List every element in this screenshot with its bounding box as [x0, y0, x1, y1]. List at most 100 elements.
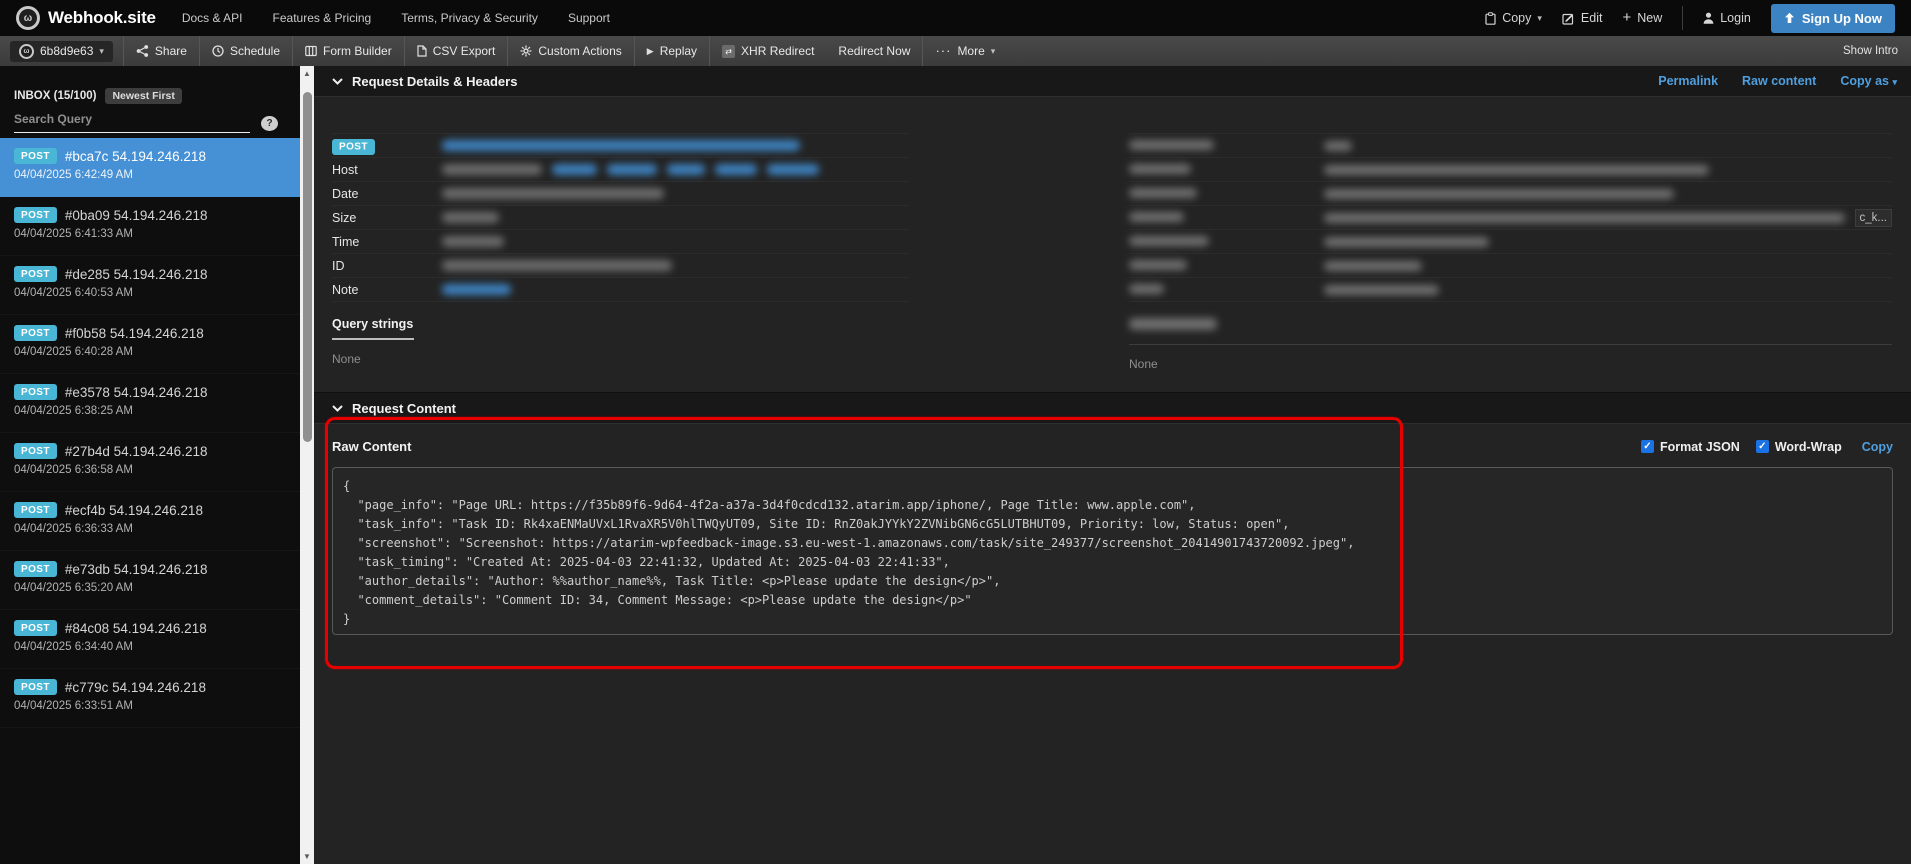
blurred-value	[442, 260, 672, 271]
form-values-title-blurred	[1129, 318, 1217, 330]
nav-link-docs-api[interactable]: Docs & API	[182, 11, 243, 25]
code-line: "task_timing": "Created At: 2025-04-03 2…	[343, 553, 1882, 572]
brand-link[interactable]: ω Webhook.site	[16, 6, 156, 30]
query-strings-title: Query strings	[332, 317, 909, 331]
toolbar-item-xhr-redirect[interactable]: ⇄XHR Redirect	[710, 36, 826, 66]
toolbar-item-custom-actions[interactable]: Custom Actions	[508, 36, 633, 66]
method-badge: POST	[14, 443, 57, 459]
webhook-logo-icon: ω	[16, 6, 40, 30]
chevron-down-icon	[332, 405, 343, 412]
raw-content-section: Raw Content ✓ Format JSON ✓ Word-Wrap Co…	[314, 439, 1911, 635]
word-wrap-label[interactable]: Word-Wrap	[1775, 440, 1842, 454]
toolbar-item-share[interactable]: Share	[124, 36, 199, 66]
toolbar-item-more[interactable]: ···More▾	[923, 36, 1007, 66]
app-body: INBOX (15/100) Newest First ? POST#bca7c…	[0, 66, 1911, 864]
toolbar-item-redirect-now[interactable]: Redirect Now	[826, 36, 922, 66]
person-icon	[1703, 12, 1714, 24]
caret-down-icon: ▾	[1892, 77, 1897, 87]
request-list-item[interactable]: POST#27b4d 54.194.246.21804/04/2025 6:36…	[0, 433, 300, 492]
show-intro-link[interactable]: Show Intro	[1843, 45, 1911, 57]
table-row: POST	[332, 133, 909, 158]
blurred-value	[1324, 261, 1422, 271]
copy-as-dropdown[interactable]: Copy as ▾	[1840, 74, 1897, 88]
nav-link-terms-privacy-security[interactable]: Terms, Privacy & Security	[401, 11, 538, 25]
query-form-row: Query strings None None	[314, 302, 1911, 371]
word-wrap-checkbox[interactable]: ✓	[1756, 440, 1769, 453]
raw-content-code-box[interactable]: { "page_info": "Page URL: https://f35b89…	[332, 467, 1893, 635]
permalink-link[interactable]: Permalink	[1658, 74, 1718, 88]
request-id-ip: #de285 54.194.246.218	[65, 267, 208, 282]
nav-link-features-pricing[interactable]: Features & Pricing	[273, 11, 372, 25]
code-line: "comment_details": "Comment ID: 34, Comm…	[343, 591, 1882, 610]
blurred-header-name	[1129, 139, 1324, 153]
caret-down-icon: ▾	[991, 46, 996, 57]
toolbar-item-label: CSV Export	[433, 44, 496, 58]
request-title-row: POST#0ba09 54.194.246.218	[14, 207, 286, 223]
request-content-header[interactable]: Request Content	[314, 392, 1911, 424]
new-button[interactable]: + New	[1622, 11, 1662, 25]
scrollbar-thumb[interactable]	[303, 92, 312, 442]
toolbar-item-replay[interactable]: ▶Replay	[635, 36, 709, 66]
method-badge: POST	[14, 620, 57, 636]
request-list-item[interactable]: POST#c779c 54.194.246.21804/04/2025 6:33…	[0, 669, 300, 728]
blurred-value	[1129, 236, 1209, 246]
request-id-ip: #84c08 54.194.246.218	[65, 621, 207, 636]
blurred-header-name	[1129, 235, 1324, 249]
request-id-ip: #e3578 54.194.246.218	[65, 385, 208, 400]
request-list-item[interactable]: POST#ecf4b 54.194.246.21804/04/2025 6:36…	[0, 492, 300, 551]
request-list-item[interactable]: POST#bca7c 54.194.246.21804/04/2025 6:42…	[0, 138, 300, 197]
toolbar-item-label: More	[957, 44, 984, 58]
method-badge: POST	[14, 266, 57, 282]
login-button[interactable]: Login	[1703, 11, 1751, 25]
blurred-link-value	[715, 164, 757, 175]
detail-row-label: Size	[332, 211, 442, 225]
sign-up-button[interactable]: Sign Up Now	[1771, 4, 1895, 33]
request-list-item[interactable]: POST#e73db 54.194.246.21804/04/2025 6:35…	[0, 551, 300, 610]
raw-content-link[interactable]: Raw content	[1742, 74, 1816, 88]
search-field-wrap	[14, 109, 250, 133]
nav-link-support[interactable]: Support	[568, 11, 610, 25]
request-timestamp: 04/04/2025 6:40:53 AM	[14, 287, 286, 299]
sort-order-badge[interactable]: Newest First	[105, 88, 181, 104]
request-list-item[interactable]: POST #84c08 54.194.246.218 04/04/2025 6:34…	[0, 610, 300, 669]
request-list-item[interactable]: POST#0ba09 54.194.246.21804/04/2025 6:41…	[0, 197, 300, 256]
copy-content-link[interactable]: Copy	[1862, 440, 1893, 454]
request-details-header[interactable]: Request Details & Headers Permalink Raw …	[314, 66, 1911, 97]
help-icon[interactable]: ?	[261, 116, 278, 131]
edit-label: Edit	[1581, 11, 1603, 25]
scroll-up-arrow[interactable]: ▲	[300, 66, 314, 81]
format-json-checkbox[interactable]: ✓	[1641, 440, 1654, 453]
toolbar-item-schedule[interactable]: Schedule	[200, 36, 292, 66]
table-row: c_k...	[1129, 206, 1892, 230]
edit-button[interactable]: Edit	[1562, 11, 1603, 25]
code-line: "screenshot": "Screenshot: https://atari…	[343, 534, 1882, 553]
request-timestamp: 04/04/2025 6:34:40 AM	[14, 641, 286, 653]
toolbar-item-form-builder[interactable]: Form Builder	[293, 36, 404, 66]
toolbar-item-csv-export[interactable]: CSV Export	[405, 36, 508, 66]
copy-dropdown[interactable]: Copy ▾	[1485, 11, 1542, 25]
table-row: Note	[332, 278, 909, 302]
table-row	[1129, 278, 1892, 302]
blurred-value	[1129, 284, 1164, 294]
request-timestamp: 04/04/2025 6:36:58 AM	[14, 464, 286, 476]
cookie-overflow-text: c_k...	[1855, 209, 1892, 227]
request-list-item[interactable]: POST #de285 54.194.246.218 04/04/2025 6:40…	[0, 256, 300, 315]
xhr-icon: ⇄	[722, 45, 735, 58]
clipboard-icon	[1485, 12, 1496, 25]
detail-row-label: Note	[332, 283, 442, 297]
sidebar-scrollbar: ▲ ▼	[300, 66, 314, 864]
detail-row-label: POST	[332, 139, 442, 153]
detail-row-label: ID	[332, 259, 442, 273]
request-headers-table: c_k...	[1129, 133, 1892, 302]
method-badge: POST	[14, 325, 57, 341]
token-dropdown[interactable]: ω 6b8d9e63 ▾	[10, 41, 113, 62]
scroll-down-arrow[interactable]: ▼	[300, 849, 314, 864]
blurred-link-value	[442, 284, 511, 295]
section-title: Request Content	[332, 401, 456, 416]
request-details-tables: POSTHostDateSizeTimeIDNote c_k...	[314, 97, 1911, 302]
request-list-item[interactable]: POST#f0b58 54.194.246.21804/04/2025 6:40…	[0, 315, 300, 374]
search-input[interactable]	[14, 109, 250, 132]
blurred-value	[442, 188, 664, 199]
format-json-label[interactable]: Format JSON	[1660, 440, 1740, 454]
request-list-item[interactable]: POST#e3578 54.194.246.21804/04/2025 6:38…	[0, 374, 300, 433]
